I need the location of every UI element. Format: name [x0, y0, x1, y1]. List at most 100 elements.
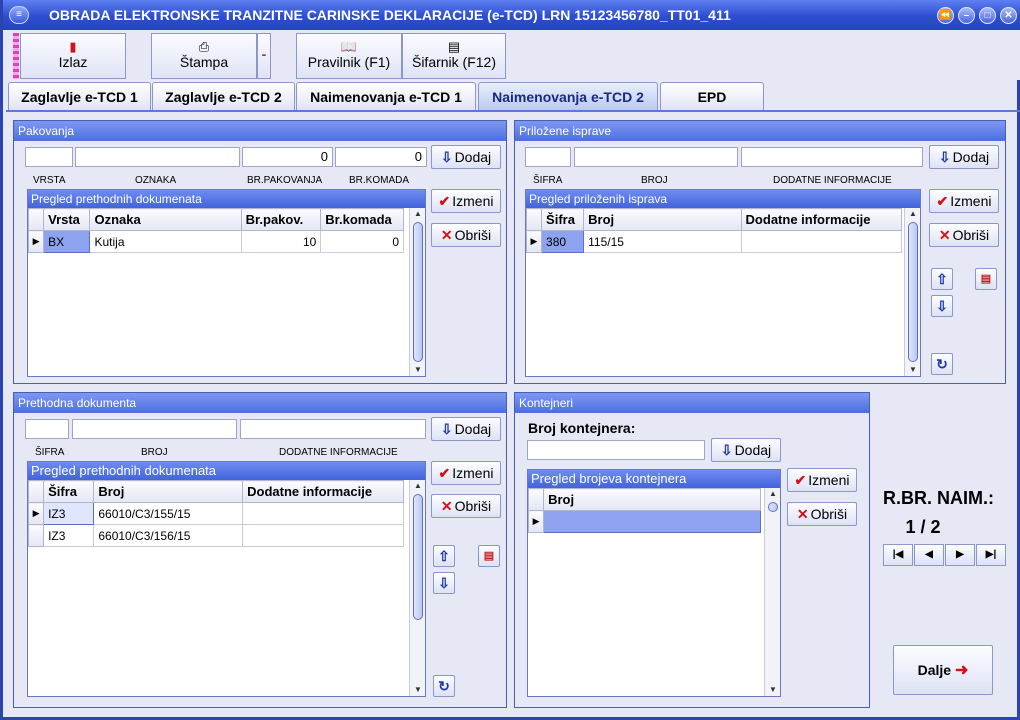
attached-delete-button[interactable]: ✕ Obriši — [929, 223, 999, 247]
table-cell[interactable]: Kutija — [89, 230, 242, 253]
refresh-icon[interactable]: ↻ — [433, 675, 455, 697]
print-menu-button[interactable]: - — [257, 33, 271, 79]
column-header[interactable]: Dodatne informacije — [740, 208, 903, 231]
move-down-icon[interactable]: ⇩ — [931, 295, 953, 317]
delete-all-icon[interactable]: ▤ — [478, 545, 500, 567]
move-up-icon[interactable]: ⇧ — [433, 545, 455, 567]
table-cell[interactable]: 10 — [240, 230, 322, 253]
attached-scrollbar[interactable]: ▲ ▼ — [904, 208, 920, 376]
scroll-thumb[interactable] — [413, 222, 423, 362]
column-header[interactable]: Oznaka — [89, 208, 242, 231]
move-down-icon[interactable]: ⇩ — [433, 572, 455, 594]
container-number-input[interactable] — [527, 440, 705, 460]
scroll-thumb[interactable] — [908, 222, 918, 362]
previous-delete-button[interactable]: ✕ Obriši — [431, 494, 501, 518]
table-cell[interactable]: 66010/C3/156/15 — [93, 524, 244, 547]
next-record-icon[interactable]: ▶ — [945, 544, 975, 566]
table-row[interactable]: ▶ — [527, 510, 761, 533]
packaging-scrollbar[interactable]: ▲ ▼ — [409, 208, 425, 376]
move-up-icon[interactable]: ⇧ — [931, 268, 953, 290]
previous-add-button[interactable]: ⇩ Dodaj — [431, 417, 501, 441]
tab-epd[interactable]: EPD — [660, 82, 764, 111]
table-cell[interactable]: IZ3 — [43, 502, 95, 525]
table-row[interactable]: ▶ 380 115/15 — [525, 230, 903, 253]
packaging-count-input[interactable]: 0 — [242, 147, 333, 167]
column-header[interactable]: Broj — [583, 208, 742, 231]
tab-items-1[interactable]: Naimenovanja e-TCD 1 — [296, 82, 476, 111]
previous-code-input[interactable] — [25, 419, 69, 439]
attached-info-input[interactable] — [741, 147, 923, 167]
refresh-icon[interactable]: ↻ — [931, 353, 953, 375]
column-header[interactable]: Br.pakov. — [240, 208, 322, 231]
exit-button[interactable]: ▮ Izlaz — [20, 33, 126, 79]
print-button[interactable]: ⎙ Štampa — [151, 33, 257, 79]
packaging-add-button[interactable]: ⇩ Dodaj — [431, 145, 501, 169]
attached-edit-button[interactable]: ✔ Izmeni — [929, 189, 999, 213]
table-cell[interactable]: 66010/C3/155/15 — [93, 502, 244, 525]
scroll-up-icon[interactable]: ▲ — [410, 480, 426, 492]
container-edit-button[interactable]: ✔ Izmeni — [787, 468, 857, 492]
previous-edit-button[interactable]: ✔ Izmeni — [431, 461, 501, 485]
x-icon: ✕ — [938, 227, 951, 243]
tab-header-1[interactable]: Zaglavlje e-TCD 1 — [8, 82, 151, 111]
table-cell[interactable]: 380 — [541, 230, 585, 253]
first-record-icon[interactable]: |◀ — [883, 544, 913, 566]
previous-info-input[interactable] — [240, 419, 426, 439]
scroll-down-icon[interactable]: ▼ — [410, 684, 426, 696]
table-cell[interactable] — [242, 502, 404, 525]
tab-header-2[interactable]: Zaglavlje e-TCD 2 — [152, 82, 295, 111]
packaging-edit-button[interactable]: ✔ Izmeni — [431, 189, 501, 213]
scroll-up-icon[interactable]: ▲ — [410, 208, 426, 220]
tab-items-2[interactable]: Naimenovanja e-TCD 2 — [478, 82, 658, 111]
maximize-icon[interactable]: □ — [979, 7, 996, 24]
previous-number-input[interactable] — [72, 419, 237, 439]
scroll-thumb[interactable] — [413, 494, 423, 620]
row-pointer-icon: ▶ — [525, 230, 543, 253]
container-add-button[interactable]: ⇩ Dodaj — [711, 438, 781, 462]
table-cell[interactable] — [740, 230, 903, 253]
checkmark-icon: ✔ — [936, 193, 949, 209]
packaging-delete-button[interactable]: ✕ Obriši — [431, 223, 501, 247]
delete-all-icon[interactable]: ▤ — [975, 268, 997, 290]
attached-add-button[interactable]: ⇩ Dodaj — [929, 145, 999, 169]
scroll-down-icon[interactable]: ▼ — [410, 364, 426, 376]
last-record-icon[interactable]: ▶| — [976, 544, 1006, 566]
container-delete-button[interactable]: ✕ Obriši — [787, 502, 857, 526]
packaging-pieces-input[interactable]: 0 — [335, 147, 427, 167]
rulebook-button[interactable]: 📖 Pravilnik (F1) — [296, 33, 402, 79]
restore-icon[interactable]: ⏪ — [937, 7, 954, 24]
table-cell[interactable]: BX — [43, 230, 91, 253]
table-cell[interactable]: 0 — [320, 230, 404, 253]
previous-scrollbar[interactable]: ▲ ▼ — [409, 480, 425, 696]
column-header[interactable]: Šifra — [43, 480, 95, 503]
column-header[interactable]: Dodatne informacije — [242, 480, 404, 503]
table-cell[interactable] — [242, 524, 404, 547]
column-header[interactable]: Šifra — [541, 208, 585, 231]
close-icon[interactable]: ✕ — [1000, 7, 1017, 24]
column-header[interactable]: Broj — [543, 488, 761, 511]
minimize-icon[interactable]: – — [958, 7, 975, 24]
table-cell[interactable] — [543, 510, 761, 533]
scroll-up-icon[interactable]: ▲ — [905, 208, 921, 220]
containers-scrollbar[interactable]: ▲ ▼ — [764, 488, 780, 696]
column-header[interactable]: Br.komada — [320, 208, 404, 231]
table-row[interactable]: IZ3 66010/C3/156/15 — [27, 524, 404, 547]
attached-number-input[interactable] — [574, 147, 738, 167]
codebook-button[interactable]: ▤ Šifarnik (F12) — [402, 33, 506, 79]
packaging-mark-input[interactable] — [75, 147, 240, 167]
attached-code-input[interactable] — [525, 147, 571, 167]
previous-record-icon[interactable]: ◀ — [914, 544, 944, 566]
scroll-down-icon[interactable]: ▼ — [905, 364, 921, 376]
packaging-type-input[interactable] — [25, 147, 73, 167]
next-button[interactable]: Dalje ➜ — [893, 645, 993, 695]
column-header[interactable]: Broj — [93, 480, 244, 503]
scroll-up-icon[interactable]: ▲ — [765, 488, 781, 500]
table-cell[interactable]: 115/15 — [583, 230, 742, 253]
scroll-down-icon[interactable]: ▼ — [765, 684, 781, 696]
column-header[interactable]: Vrsta — [43, 208, 91, 231]
window-menu-icon[interactable]: ≡ — [9, 6, 29, 24]
scroll-thumb[interactable] — [768, 502, 778, 512]
table-row[interactable]: ▶ IZ3 66010/C3/155/15 — [27, 502, 404, 525]
table-row[interactable]: ▶ BX Kutija 10 0 — [27, 230, 404, 253]
table-cell[interactable]: IZ3 — [43, 524, 95, 547]
